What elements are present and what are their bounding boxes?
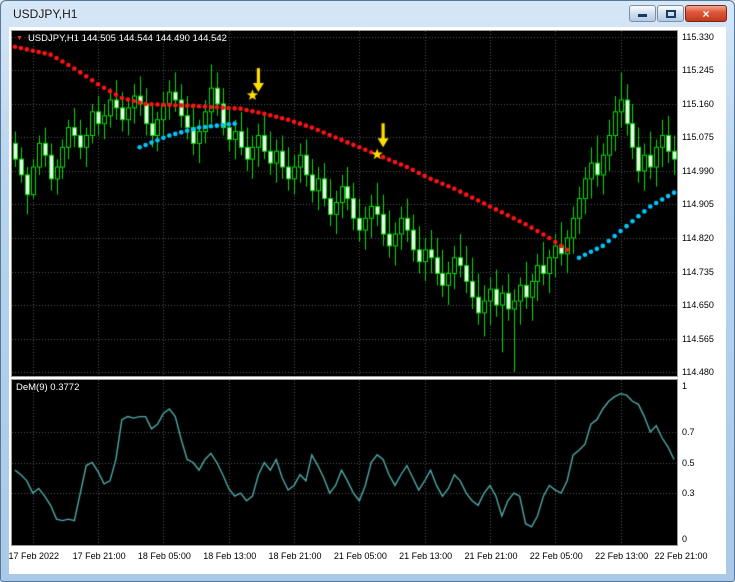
app-window: USDJPY,H1 × ▼ USDJPY,H1 144.505 144.544 … — [0, 0, 735, 582]
window-title: USDJPY,H1 — [13, 7, 78, 21]
indicator-axis[interactable]: 1 0.7 0.5 0.3 0 — [678, 379, 724, 546]
price-tick-label: 114.905 — [682, 199, 714, 210]
price-tick-label: 114.650 — [682, 300, 714, 311]
maximize-button[interactable] — [657, 5, 684, 22]
price-tick-label: 115.330 — [682, 31, 714, 42]
price-tick-label: 115.245 — [682, 65, 714, 76]
window-controls: × — [629, 5, 727, 22]
price-tick-label: 114.480 — [682, 367, 714, 378]
close-icon: × — [702, 6, 710, 21]
indicator-pane: DeM(9) 0.3772 — [11, 379, 678, 546]
chart-client-area: ▼ USDJPY,H1 144.505 144.544 144.490 144.… — [9, 27, 726, 574]
main-chart-canvas[interactable] — [12, 31, 677, 376]
price-tick-label: 114.990 — [682, 165, 714, 176]
time-tick-label: 18 Feb 05:00 — [137, 551, 191, 561]
indicator-tick-label: 0.5 — [682, 457, 695, 468]
price-tick-label: 114.735 — [682, 266, 714, 277]
price-axis[interactable]: 115.330 115.245 115.160 115.075 114.990 114.9… — [678, 30, 724, 377]
close-button[interactable]: × — [685, 5, 727, 22]
window-titlebar[interactable]: USDJPY,H1 × — [1, 1, 734, 27]
indicator-canvas[interactable] — [12, 380, 677, 545]
time-tick-label: 22 Feb 21:00 — [654, 551, 708, 561]
time-tick-label: 17 Feb 2022 — [9, 551, 60, 561]
time-tick-label: 21 Feb 05:00 — [333, 551, 387, 561]
indicator-label: DeM(9) 0.3772 — [16, 382, 80, 393]
indicator-tick-label: 0 — [682, 534, 688, 544]
ohlc-info-line: ▼ USDJPY,H1 144.505 144.544 144.490 144.… — [16, 33, 227, 44]
indicator-tick-label: 0.7 — [682, 426, 695, 437]
main-chart-pane: ▼ USDJPY,H1 144.505 144.544 144.490 144.… — [11, 30, 678, 377]
time-tick-label: 21 Feb 13:00 — [399, 551, 453, 561]
ohlc-info-text: USDJPY,H1 144.505 144.544 144.490 144.54… — [27, 33, 227, 44]
maximize-icon — [665, 9, 676, 18]
price-tick-label: 114.565 — [682, 333, 714, 344]
time-tick-label: 17 Feb 21:00 — [72, 551, 126, 561]
time-tick-label: 18 Feb 21:00 — [268, 551, 322, 561]
time-axis[interactable]: 17 Feb 2022 17 Feb 21:00 18 Feb 05:00 18 Fe… — [9, 548, 724, 572]
symbol-marker-icon: ▼ — [16, 35, 23, 42]
chart-grid: ▼ USDJPY,H1 144.505 144.544 144.490 144.… — [9, 30, 726, 572]
indicator-tick-label: 1 — [682, 381, 688, 391]
time-tick-label: 18 Feb 13:00 — [203, 551, 257, 561]
time-tick-label: 21 Feb 21:00 — [464, 551, 518, 561]
price-tick-label: 115.160 — [682, 98, 714, 109]
minimize-icon — [638, 14, 647, 17]
price-tick-label: 115.075 — [682, 132, 714, 143]
minimize-button[interactable] — [629, 5, 656, 22]
time-tick-label: 22 Feb 13:00 — [595, 551, 649, 561]
time-tick-label: 22 Feb 05:00 — [529, 551, 583, 561]
indicator-tick-label: 0.3 — [682, 488, 695, 499]
price-tick-label: 114.820 — [682, 233, 714, 243]
